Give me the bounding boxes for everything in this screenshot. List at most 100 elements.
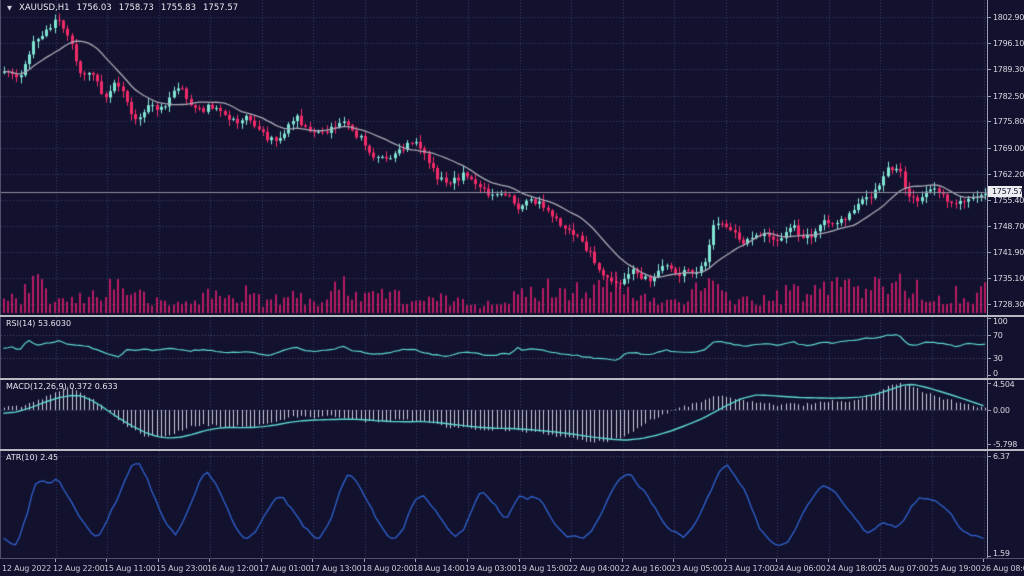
symbol-info-bar: ▼ XAUUSD,H1 1756.03 1758.73 1755.83 1757… bbox=[7, 3, 238, 13]
macd-canvas[interactable] bbox=[1, 380, 987, 449]
atr-tick bbox=[988, 556, 991, 557]
price-tick-label: 1735.10 bbox=[993, 274, 1024, 283]
symbol-dropdown-icon[interactable]: ▼ bbox=[7, 4, 12, 12]
price-tick bbox=[988, 304, 991, 305]
rsi-plot-area: RSI(14) 53.6030 bbox=[0, 317, 988, 378]
price-tick bbox=[988, 17, 991, 18]
price-tick-label: 1789.30 bbox=[993, 65, 1024, 74]
time-tick bbox=[209, 559, 210, 562]
time-axis[interactable]: 12 Aug 202212 Aug 22:0015 Aug 11:0015 Au… bbox=[0, 558, 1024, 576]
macd-tick bbox=[988, 383, 991, 384]
candlestick-canvas[interactable] bbox=[1, 0, 987, 315]
macd-axis[interactable]: 4.5040.00-5.798 bbox=[988, 380, 1022, 449]
price-tick-label: 1762.20 bbox=[993, 170, 1024, 179]
price-tick-label: 1741.90 bbox=[993, 248, 1024, 257]
rsi-tick-label: 0 bbox=[993, 369, 998, 378]
rsi-axis[interactable]: 10070300 bbox=[988, 317, 1022, 378]
rsi-label: RSI(14) 53.6030 bbox=[6, 319, 71, 328]
price-tick bbox=[988, 226, 991, 227]
time-label: 19 Aug 03:00 bbox=[465, 564, 517, 573]
macd-plot-area: MACD(12,26,9) 0.372 0.633 bbox=[0, 380, 988, 449]
main-plot-area: ▼ XAUUSD,H1 1756.03 1758.73 1755.83 1757… bbox=[0, 0, 988, 315]
time-tick bbox=[261, 559, 262, 562]
atr-tick bbox=[988, 456, 991, 457]
time-tick bbox=[106, 559, 107, 562]
time-label: 18 Aug 14:00 bbox=[413, 564, 465, 573]
time-tick bbox=[673, 559, 674, 562]
time-tick bbox=[519, 559, 520, 562]
rsi-tick bbox=[988, 358, 991, 359]
price-axis[interactable]: 1802.90 1796.10 1789.30 1782.50 1775.80 1769.… bbox=[988, 0, 1022, 315]
time-label: 15 Aug 23:00 bbox=[156, 564, 208, 573]
time-label: 24 Aug 18:00 bbox=[826, 564, 878, 573]
time-label: 25 Aug 07:00 bbox=[877, 564, 929, 573]
price-tick bbox=[988, 174, 991, 175]
time-tick bbox=[879, 559, 880, 562]
macd-tick bbox=[988, 410, 991, 411]
rsi-pane: RSI(14) 53.6030 10070300 bbox=[0, 317, 1024, 378]
time-label: 22 Aug 16:00 bbox=[620, 564, 672, 573]
current-price-tag: 1757.57 bbox=[988, 186, 1022, 197]
price-tick bbox=[988, 278, 991, 279]
ohlc-low: 1755.83 bbox=[161, 3, 196, 13]
price-tick-label: 1782.50 bbox=[993, 92, 1024, 101]
time-tick bbox=[364, 559, 365, 562]
atr-axis[interactable]: 6.37 1.59 bbox=[988, 451, 1022, 558]
time-label: 17 Aug 13:00 bbox=[310, 564, 362, 573]
macd-tick-label: 4.504 bbox=[993, 380, 1014, 389]
time-label: 12 Aug 22:00 bbox=[53, 564, 105, 573]
price-tick-label: 1748.70 bbox=[993, 222, 1024, 231]
time-label: 23 Aug 17:00 bbox=[723, 564, 775, 573]
time-label: 25 Aug 19:00 bbox=[929, 564, 981, 573]
macd-pane: MACD(12,26,9) 0.372 0.633 4.5040.00-5.79… bbox=[0, 380, 1024, 449]
rsi-tick bbox=[988, 375, 991, 376]
time-tick bbox=[983, 559, 984, 562]
rsi-tick-label: 70 bbox=[993, 331, 1003, 340]
time-tick bbox=[158, 559, 159, 562]
time-tick bbox=[570, 559, 571, 562]
price-tick bbox=[988, 148, 991, 149]
time-tick bbox=[931, 559, 932, 562]
time-tick bbox=[312, 559, 313, 562]
atr-pane: ATR(10) 2.45 6.37 1.59 bbox=[0, 451, 1024, 558]
rsi-tick-label: 100 bbox=[993, 317, 1007, 326]
time-label: 15 Aug 11:00 bbox=[104, 564, 156, 573]
price-tick-label: 1775.80 bbox=[993, 117, 1024, 126]
symbol-name: XAUUSD,H1 bbox=[19, 3, 70, 13]
time-tick bbox=[415, 559, 416, 562]
price-tick-label: 1769.00 bbox=[993, 144, 1024, 153]
price-tick-label: 1802.90 bbox=[993, 13, 1024, 22]
price-tick bbox=[988, 200, 991, 201]
atr-canvas[interactable] bbox=[1, 451, 987, 558]
rsi-tick bbox=[988, 318, 991, 319]
price-tick-label: 1796.10 bbox=[993, 39, 1024, 48]
time-tick bbox=[725, 559, 726, 562]
macd-tick bbox=[988, 444, 991, 445]
rsi-canvas[interactable] bbox=[1, 317, 987, 378]
atr-tick-label: 6.37 bbox=[993, 452, 1010, 461]
macd-tick-label: -5.798 bbox=[993, 440, 1017, 449]
time-label: 12 Aug 2022 bbox=[2, 564, 51, 573]
time-label: 19 Aug 15:00 bbox=[517, 564, 569, 573]
atr-tick-label: 1.59 bbox=[993, 549, 1010, 558]
main-chart-pane: ▼ XAUUSD,H1 1756.03 1758.73 1755.83 1757… bbox=[0, 0, 1024, 315]
ohlc-open: 1756.03 bbox=[77, 3, 112, 13]
time-label: 24 Aug 06:00 bbox=[774, 564, 826, 573]
ohlc-close: 1757.57 bbox=[203, 3, 238, 13]
time-label: 23 Aug 05:00 bbox=[671, 564, 723, 573]
price-tick-label: 1755.40 bbox=[993, 196, 1024, 205]
price-tick bbox=[988, 252, 991, 253]
time-tick bbox=[828, 559, 829, 562]
chart-window: ▼ XAUUSD,H1 1756.03 1758.73 1755.83 1757… bbox=[0, 0, 1024, 576]
price-tick bbox=[988, 69, 991, 70]
atr-label: ATR(10) 2.45 bbox=[6, 453, 58, 462]
time-tick bbox=[622, 559, 623, 562]
time-label: 26 Aug 08:00 bbox=[981, 564, 1024, 573]
price-tick bbox=[988, 121, 991, 122]
ohlc-high: 1758.73 bbox=[119, 3, 154, 13]
time-tick bbox=[776, 559, 777, 562]
price-tick bbox=[988, 43, 991, 44]
price-tick bbox=[988, 96, 991, 97]
time-label: 22 Aug 04:00 bbox=[568, 564, 620, 573]
price-tick-label: 1728.30 bbox=[993, 300, 1024, 309]
